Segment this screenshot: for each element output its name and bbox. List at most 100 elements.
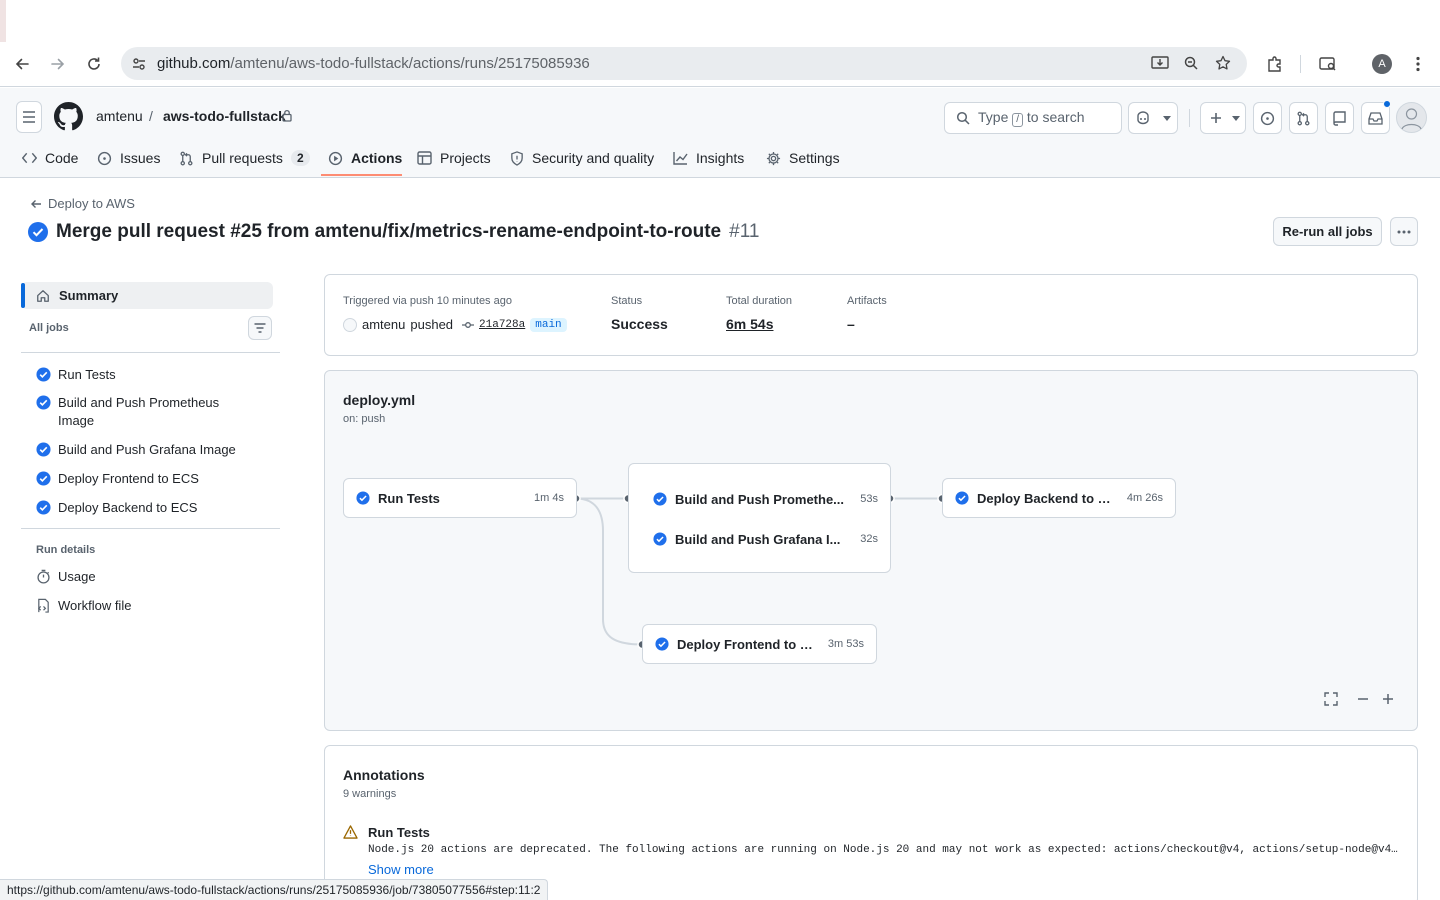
- tab-search-icon[interactable]: [1314, 50, 1342, 78]
- browser-tabstrip: [0, 0, 1440, 42]
- sidebar-item-summary-label: Summary: [59, 288, 119, 303]
- toolbar-divider: [1300, 55, 1301, 73]
- zoom-icon[interactable]: [1183, 55, 1199, 71]
- graph-job-name: Build and Push Grafana I...: [675, 531, 841, 547]
- zoom-out-icon[interactable]: [1351, 688, 1375, 710]
- back-arrow-icon[interactable]: [8, 50, 36, 78]
- github-logo-icon[interactable]: [54, 102, 83, 131]
- graph-job-deploy-frontend[interactable]: Deploy Frontend to ECS 3m 53s: [642, 624, 877, 664]
- url-text: github.com/amtenu/aws-todo-fullstack/act…: [157, 55, 590, 72]
- notifications-button[interactable]: [1361, 100, 1391, 134]
- check-circle-fill-icon: [36, 367, 51, 382]
- tab-actions-label: Actions: [351, 150, 403, 166]
- sidebar-job-build-grafana[interactable]: Build and Push Grafana Image: [36, 441, 241, 459]
- trigger-details: amtenu pushed 21a728a main: [343, 317, 567, 332]
- tab-insights[interactable]: Insights: [673, 145, 744, 171]
- sidebar-job-deploy-frontend[interactable]: Deploy Frontend to ECS: [36, 470, 241, 488]
- filter-icon[interactable]: [248, 316, 272, 340]
- fullscreen-icon[interactable]: [1319, 688, 1343, 710]
- sidebar-job-build-prometheus[interactable]: Build and Push Prometheus Image: [36, 394, 241, 430]
- sidebar-job-run-tests[interactable]: Run Tests: [36, 366, 241, 384]
- tab-settings[interactable]: Settings: [766, 145, 840, 171]
- check-circle-fill-icon: [36, 442, 51, 457]
- reload-icon[interactable]: [80, 50, 108, 78]
- tab-actions[interactable]: Actions: [328, 145, 402, 171]
- duration-value[interactable]: 6m 54s: [726, 316, 773, 332]
- show-more-link[interactable]: Show more: [368, 862, 434, 877]
- site-info-icon[interactable]: [131, 56, 147, 72]
- forward-arrow-icon[interactable]: [44, 50, 72, 78]
- copilot-button[interactable]: [1128, 102, 1178, 134]
- create-new-button[interactable]: [1200, 102, 1246, 134]
- avatar: [343, 317, 357, 332]
- tab-issues[interactable]: Issues: [97, 145, 160, 171]
- artifacts-value: –: [847, 316, 855, 332]
- tab-issues-label: Issues: [120, 150, 161, 166]
- sidebar-item-usage[interactable]: Usage: [36, 569, 96, 584]
- page-title: Merge pull request #25 from amtenu/fix/m…: [28, 219, 759, 245]
- check-circle-fill-icon: [955, 491, 969, 505]
- sidebar-item-workflow-file[interactable]: Workflow file: [36, 598, 131, 613]
- branch-label[interactable]: main: [530, 317, 567, 332]
- extensions-icon[interactable]: [1261, 50, 1289, 78]
- workflow-back-link[interactable]: Deploy to AWS: [30, 196, 135, 211]
- address-bar[interactable]: github.com/amtenu/aws-todo-fullstack/act…: [121, 47, 1247, 80]
- breadcrumb-repo[interactable]: aws-todo-fullstack: [163, 108, 286, 124]
- commit-sha-link[interactable]: 21a728a: [479, 319, 525, 331]
- sidebar-job-label: Run Tests: [58, 367, 116, 382]
- graph-job-build-grafana[interactable]: Build and Push Grafana I... 32s: [629, 519, 890, 559]
- artifacts-label: Artifacts: [847, 295, 887, 307]
- sidebar-item-summary[interactable]: Summary: [21, 282, 273, 309]
- graph-job-duration: 32s: [860, 533, 878, 545]
- zoom-in-icon[interactable]: [1376, 688, 1400, 710]
- breadcrumb-owner[interactable]: amtenu: [96, 108, 143, 124]
- search-placeholder: Type / to search: [978, 109, 1085, 127]
- check-circle-fill-icon: [36, 395, 51, 410]
- check-circle-fill-icon: [356, 491, 370, 505]
- status-value: Success: [611, 316, 668, 332]
- sidebar-item-usage-label: Usage: [58, 569, 96, 584]
- tab-code[interactable]: Code: [22, 145, 78, 171]
- status-label: Status: [611, 295, 643, 307]
- code-icon: [22, 152, 37, 164]
- sidebar-divider: [21, 528, 280, 529]
- tab-pull-requests[interactable]: Pull requests 2: [179, 145, 310, 171]
- url-path: /amtenu/aws-todo-fullstack/actions/runs/…: [230, 55, 590, 72]
- tab-security[interactable]: Security and quality: [510, 145, 654, 171]
- install-app-icon[interactable]: [1151, 55, 1169, 71]
- graph-job-name: Build and Push Promethe...: [675, 491, 845, 507]
- sidebar-job-label: Build and Push Grafana Image: [58, 442, 236, 457]
- sidebar-job-label: Build and Push Prometheus Image: [58, 395, 220, 428]
- graph-job-duration: 1m 4s: [534, 492, 564, 504]
- search-input[interactable]: Type / to search: [944, 102, 1122, 134]
- issues-shortcut-button[interactable]: [1253, 102, 1282, 134]
- gear-icon: [766, 151, 781, 166]
- duration-label: Total duration: [726, 295, 793, 307]
- profile-initial: A: [1372, 54, 1392, 74]
- actor-link[interactable]: amtenu: [362, 317, 405, 332]
- annotation-job-link[interactable]: Run Tests: [368, 825, 430, 840]
- annotations-title: Annotations: [343, 767, 425, 783]
- profile-avatar[interactable]: A: [1368, 50, 1396, 78]
- graph-job-build-prometheus[interactable]: Build and Push Promethe... 53s: [629, 479, 890, 519]
- sidebar-active-indicator: [21, 283, 25, 308]
- graph-job-deploy-backend[interactable]: Deploy Backend to ECS 4m 26s: [942, 478, 1176, 518]
- kebab-horizontal-icon[interactable]: [1390, 217, 1418, 246]
- pull-requests-shortcut-button[interactable]: [1289, 102, 1318, 134]
- tab-projects[interactable]: Projects: [417, 145, 491, 171]
- sidebar-item-workflow-file-label: Workflow file: [58, 598, 132, 613]
- bookmark-star-icon[interactable]: [1215, 55, 1231, 71]
- graph-job-run-tests[interactable]: Run Tests 1m 4s: [343, 478, 577, 518]
- repositories-button[interactable]: [1325, 102, 1354, 134]
- sidebar-job-deploy-backend[interactable]: Deploy Backend to ECS: [36, 499, 241, 517]
- browser-menu-icon[interactable]: [1404, 50, 1432, 78]
- issue-icon: [97, 151, 112, 166]
- user-avatar[interactable]: [1396, 102, 1427, 133]
- issue-icon: [1260, 111, 1275, 126]
- hamburger-menu-button[interactable]: [16, 101, 42, 133]
- active-tab-underline: [321, 174, 402, 176]
- check-circle-fill-icon: [653, 532, 667, 546]
- sidebar-job-label: Deploy Backend to ECS: [58, 500, 198, 515]
- rerun-all-jobs-button[interactable]: Re-run all jobs: [1273, 217, 1382, 246]
- workflow-graph-panel: deploy.yml on: push Run Tests 1m 4s Buil…: [324, 370, 1418, 731]
